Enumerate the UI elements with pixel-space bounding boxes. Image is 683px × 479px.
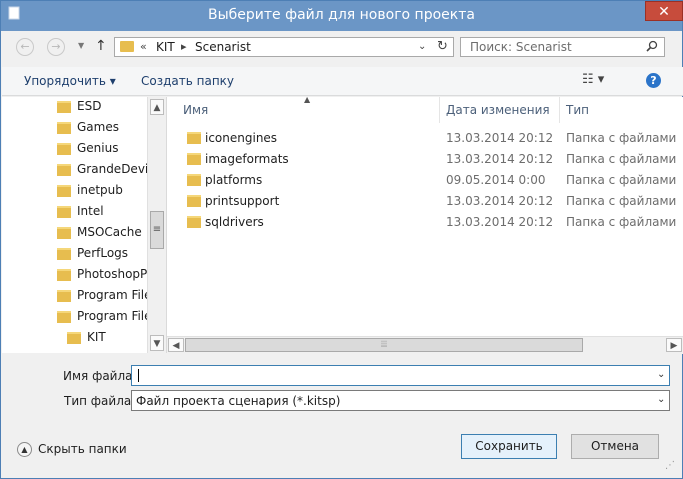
breadcrumb-kit[interactable]: KIT (156, 40, 175, 54)
chevron-down-icon[interactable]: ⌄ (657, 369, 665, 380)
dialog-title: Выберите файл для нового проекта (208, 7, 475, 23)
folder-icon (57, 122, 71, 134)
column-header-date[interactable]: Дата изменения (440, 97, 560, 123)
tree-item[interactable]: Intel (57, 202, 147, 222)
resize-grip-icon[interactable]: ⋰ (665, 460, 675, 471)
file-row[interactable]: printsupport 13.03.2014 20:12 Папка с файл… (167, 191, 683, 212)
tree-item[interactable]: MSOCache (57, 223, 147, 243)
column-header-name[interactable]: ▲ Имя (167, 95, 440, 123)
breadcrumb-separator[interactable]: ▸ (181, 40, 187, 53)
back-arrow-icon[interactable]: ← (16, 38, 34, 56)
folder-icon (57, 311, 71, 323)
scrollbar-thumb[interactable]: ⦙⦙⦙ (185, 338, 583, 352)
cancel-button[interactable]: Отмена (571, 434, 659, 459)
folder-icon (57, 290, 71, 302)
file-row[interactable]: sqldrivers 13.03.2014 20:12 Папка с файлам… (167, 212, 683, 233)
tree-item[interactable]: Program Files (x86) (57, 307, 147, 327)
up-arrow-icon[interactable]: ↑ (95, 38, 107, 54)
title-bar[interactable]: Выберите файл для нового проекта ✕ (1, 1, 683, 31)
tree-item[interactable]: Games (57, 118, 147, 138)
folder-icon (67, 332, 81, 344)
text-caret (138, 369, 139, 382)
filetype-label: Тип файла: (64, 394, 136, 408)
scroll-up-chevron-icon[interactable]: ▲ (150, 99, 164, 115)
address-bar[interactable]: « KIT ▸ Scenarist ⌄ ↻ (114, 37, 454, 57)
breadcrumb-scenarist[interactable]: Scenarist (195, 40, 251, 54)
scroll-left-chevron-icon[interactable]: ◀ (168, 338, 184, 352)
folder-icon (187, 132, 201, 144)
tree-item[interactable]: Genius (57, 139, 147, 159)
close-button[interactable]: ✕ (645, 1, 683, 21)
search-icon[interactable] (646, 40, 658, 52)
tree-item[interactable]: PhotoshopPortable (57, 265, 147, 285)
file-row[interactable]: platforms 09.05.2014 0:00 Папка с файлами (167, 170, 683, 191)
folder-icon (57, 143, 71, 155)
folder-icon (57, 206, 71, 218)
sort-ascending-icon: ▲ (304, 95, 311, 104)
tree-item[interactable]: ESD (57, 97, 147, 117)
new-folder-button[interactable]: Создать папку (141, 74, 234, 88)
tree-item[interactable]: Program Files (57, 286, 147, 306)
folder-icon (57, 227, 71, 239)
command-bar: Упорядочить ▾ Создать папку ☷ ▾ ? (2, 67, 683, 96)
save-dialog: Выберите файл для нового проекта ✕ ← → ▼… (0, 0, 683, 479)
file-row[interactable]: imageformats 13.03.2014 20:12 Папка с файл… (167, 149, 683, 170)
view-options-icon[interactable]: ☷ ▾ (582, 72, 604, 87)
scrollbar-thumb[interactable]: ≡ (150, 211, 164, 249)
address-dropdown-chevron-icon[interactable]: ⌄ (418, 41, 426, 52)
tree-item-kit[interactable]: KIT (67, 328, 147, 348)
search-placeholder: Поиск: Scenarist (470, 40, 572, 54)
filetype-select[interactable]: Файл проекта сценария (*.kitsp) ⌄ (131, 390, 670, 411)
horizontal-scrollbar[interactable]: ◀ ⦙⦙⦙ ▶ (167, 336, 683, 354)
file-row[interactable]: iconengines 13.03.2014 20:12 Папка с файла… (167, 128, 683, 149)
folder-icon (187, 195, 201, 207)
tree-item[interactable]: PerfLogs (57, 244, 147, 264)
tree-item[interactable]: inetpub (57, 181, 147, 201)
folder-icon (187, 216, 201, 228)
chevron-down-icon[interactable]: ⌄ (657, 394, 665, 405)
save-button[interactable]: Сохранить (461, 434, 557, 459)
scroll-down-chevron-icon[interactable]: ▼ (150, 335, 164, 351)
organize-menu-button[interactable]: Упорядочить ▾ (24, 74, 116, 88)
folder-icon (187, 153, 201, 165)
folder-icon (57, 164, 71, 176)
column-header-type[interactable]: Тип (560, 97, 683, 123)
overflow-chevron[interactable]: « (140, 40, 147, 53)
tree-item[interactable]: GrandeDevices (57, 160, 147, 180)
scroll-right-chevron-icon[interactable]: ▶ (666, 338, 682, 352)
navigation-scrollbar[interactable]: ▲ ≡ ▼ (147, 97, 166, 353)
filename-input[interactable]: ⌄ (131, 365, 670, 386)
help-icon[interactable]: ? (646, 73, 661, 88)
folder-icon (57, 101, 71, 113)
forward-arrow-icon[interactable]: → (47, 38, 65, 56)
search-input[interactable]: Поиск: Scenarist (460, 37, 665, 57)
folder-icon (57, 248, 71, 260)
folder-icon (57, 269, 71, 281)
address-row: ← → ▼ ↑ « KIT ▸ Scenarist ⌄ ↻ Поиск: Sce… (7, 33, 678, 61)
navigation-pane: ESD Games Genius GrandeDevices inetpub I… (2, 97, 167, 353)
folder-icon (57, 185, 71, 197)
refresh-icon[interactable]: ↻ (437, 39, 448, 54)
file-list: ▲ Имя Дата изменения Тип iconengines 13.0… (167, 95, 683, 354)
filename-label: Имя файла: (63, 369, 137, 383)
folder-icon (120, 41, 134, 52)
recent-locations-chevron-icon[interactable]: ▼ (78, 41, 84, 50)
folder-icon (187, 174, 201, 186)
chevron-up-icon: ▲ (17, 442, 32, 457)
